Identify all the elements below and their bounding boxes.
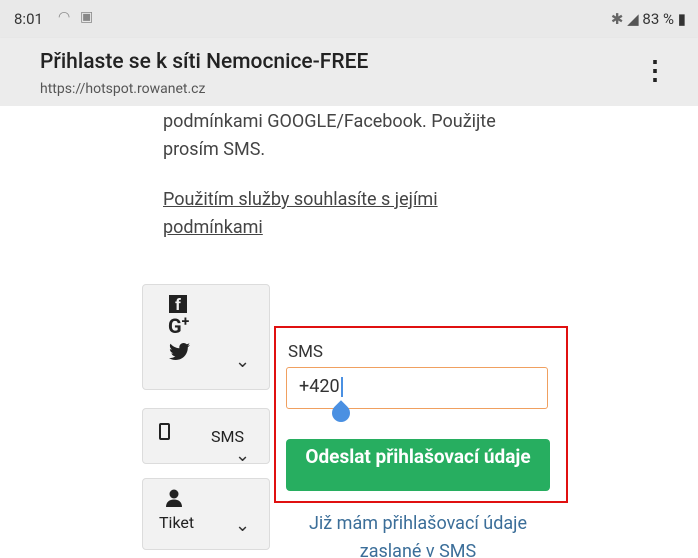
terms-link[interactable]: Použitím služby souhlasíte s jejími podm… — [163, 186, 438, 242]
wifi-icon: ◠ — [58, 9, 71, 25]
chevron-down-icon: ⌄ — [235, 351, 251, 372]
already-line1[interactable]: Již mám přihlašovací údaje — [283, 510, 553, 538]
captive-portal-header: Přihlaste se k síti Nemocnice-FREE https… — [0, 38, 698, 106]
already-have-credentials-link[interactable]: Již mám přihlašovací údaje zaslané v SMS — [283, 510, 553, 558]
status-bar: 8:01 ◠ ▣ ✱ ◢ 83 % ▮ — [0, 0, 698, 38]
phone-number-value: +420 — [299, 376, 340, 397]
overflow-menu-icon[interactable]: ⋮ — [642, 56, 668, 86]
social-login-tile[interactable]: f G+ ⌄ — [142, 284, 270, 390]
already-line2[interactable]: zaslané v SMS — [283, 538, 553, 558]
battery-percent: 83 % — [642, 10, 674, 28]
info-text-line2: prosím SMS. — [163, 139, 266, 160]
bluetooth-icon: ✱ — [610, 10, 624, 28]
info-text: podmínkami GOOGLE/Facebook. Použijte pro… — [163, 108, 496, 164]
teams-icon: ▣ — [80, 9, 94, 25]
google-plus-icon: G+ — [168, 314, 190, 338]
signal-icon: ◢ — [627, 10, 639, 28]
sms-login-tile[interactable]: SMS ⌄ — [142, 408, 270, 466]
status-right: ✱ ◢ 83 % ▮ — [611, 10, 686, 28]
twitter-icon — [169, 343, 190, 360]
sms-tile-label: SMS — [211, 427, 244, 446]
facebook-icon: f — [169, 295, 187, 314]
phone-number-input[interactable]: +420 — [286, 367, 548, 409]
sms-form-label: SMS — [288, 342, 324, 362]
terms-link-line2[interactable]: podmínkami — [163, 214, 438, 242]
battery-icon: ▮ — [677, 10, 686, 28]
send-login-button[interactable]: Odeslat přihlašovací údaje — [286, 439, 550, 491]
chevron-down-icon: ⌄ — [235, 515, 251, 536]
page-url: https://hotspot.rowanet.cz — [40, 81, 206, 97]
chevron-down-icon: ⌄ — [235, 445, 251, 466]
user-icon — [166, 489, 182, 507]
text-caret — [340, 377, 343, 398]
page-content: podmínkami GOOGLE/Facebook. Použijte pro… — [0, 106, 698, 558]
ticket-tile-label: Tiket — [159, 513, 195, 532]
info-text-line1: podmínkami GOOGLE/Facebook. Použijte — [163, 111, 496, 132]
ticket-login-tile[interactable]: Tiket ⌄ — [142, 478, 270, 550]
terms-link-line1[interactable]: Použitím služby souhlasíte s jejími — [163, 186, 438, 214]
page-title: Přihlaste se k síti Nemocnice-FREE — [40, 50, 369, 74]
phone-icon — [159, 423, 170, 440]
status-time: 8:01 — [14, 10, 43, 28]
